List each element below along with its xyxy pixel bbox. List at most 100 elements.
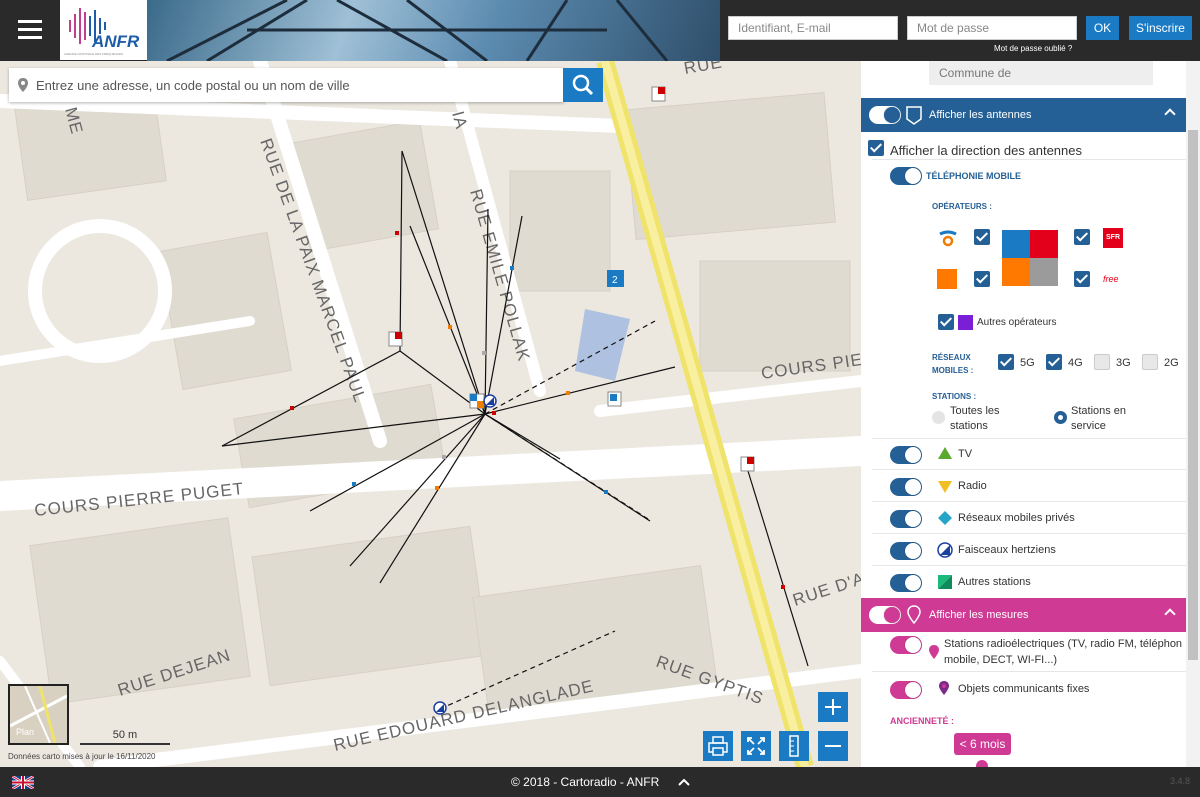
orange-checkbox[interactable] bbox=[974, 271, 990, 287]
minus-icon bbox=[825, 745, 841, 747]
zoom-out-button[interactable] bbox=[818, 731, 848, 761]
divider bbox=[872, 159, 1186, 160]
ok-button[interactable]: OK bbox=[1086, 16, 1119, 40]
search-button[interactable] bbox=[563, 68, 603, 102]
radio-stations-measures-toggle[interactable] bbox=[890, 636, 922, 654]
logo-text: ANFR bbox=[92, 32, 140, 51]
ruler-icon bbox=[789, 735, 799, 757]
chevron-up-icon[interactable] bbox=[1164, 608, 1176, 620]
network-3g-checkbox[interactable] bbox=[1094, 354, 1110, 370]
footer-copyright: © 2018 - Cartoradio - ANFR bbox=[511, 775, 660, 789]
print-button[interactable] bbox=[703, 731, 733, 761]
fixed-objects-label: Objets communicants fixes bbox=[958, 683, 1090, 695]
other-stations-label: Autres stations bbox=[958, 576, 1031, 588]
measure-purple-pin-icon bbox=[939, 681, 949, 695]
age-label: ANCIENNETÉ : bbox=[890, 716, 955, 726]
map-canvas[interactable]: RUE DE LA PAIX MARCEL PAUL RUE EMILE POL… bbox=[0, 61, 861, 767]
tv-toggle[interactable] bbox=[890, 446, 922, 464]
antennas-section-header[interactable]: Afficher les antennes bbox=[861, 98, 1186, 132]
fullscreen-icon bbox=[747, 737, 765, 755]
password-field[interactable]: Mot de passe bbox=[907, 16, 1077, 40]
forgot-password-link[interactable]: Mot de passe oublié ? bbox=[994, 44, 1072, 53]
basemap-switcher[interactable]: Plan bbox=[8, 684, 69, 745]
fixed-objects-toggle[interactable] bbox=[890, 681, 922, 699]
private-networks-toggle[interactable] bbox=[890, 510, 922, 528]
private-networks-label: Réseaux mobiles privés bbox=[958, 512, 1075, 524]
bouygues-checkbox[interactable] bbox=[974, 229, 990, 245]
sfr-logo: SFR bbox=[1103, 228, 1123, 248]
scale-label: 50 m bbox=[112, 729, 138, 741]
map-data-note: Données carto mises à jour le 16/11/2020 bbox=[8, 752, 156, 761]
measures-section-title: Afficher les mesures bbox=[929, 609, 1029, 621]
divider bbox=[872, 438, 1186, 439]
logo-subtitle: AGENCE NATIONALE DES FRÉQUENCES bbox=[64, 52, 123, 56]
commune-field[interactable]: Commune de bbox=[929, 61, 1153, 85]
pin-icon bbox=[18, 78, 28, 92]
other-operators-checkbox[interactable] bbox=[938, 314, 954, 330]
free-checkbox[interactable] bbox=[1074, 271, 1090, 287]
zoom-in-button[interactable] bbox=[818, 692, 848, 722]
orange-logo bbox=[937, 269, 957, 289]
all-stations-radio[interactable] bbox=[932, 411, 945, 424]
login-field[interactable]: Identifiant, E-mail bbox=[728, 16, 898, 40]
fullscreen-button[interactable] bbox=[741, 731, 771, 761]
measure-button[interactable] bbox=[779, 731, 809, 761]
networks-label-2: MOBILES : bbox=[932, 366, 974, 375]
network-5g-checkbox[interactable] bbox=[998, 354, 1014, 370]
signup-button[interactable]: S'inscrire bbox=[1129, 16, 1192, 40]
other-stations-icon bbox=[938, 575, 952, 589]
stations-label: STATIONS : bbox=[932, 392, 977, 401]
search-input[interactable]: Entrez une adresse, un code postal ou un… bbox=[36, 78, 350, 93]
antennas-toggle[interactable] bbox=[869, 106, 901, 124]
mobile-label: TÉLÉPHONIE MOBILE bbox=[926, 171, 1022, 181]
scale-bar bbox=[80, 743, 170, 745]
measures-section-header[interactable]: Afficher les mesures bbox=[861, 598, 1186, 632]
plus-icon bbox=[825, 699, 841, 715]
app-version: 3.4.8 bbox=[1170, 776, 1191, 786]
antenna-pin-icon bbox=[906, 106, 922, 125]
radio-stations-measures-label-2: mobile, DECT, WI-FI...) bbox=[944, 654, 1058, 666]
direction-checkbox[interactable] bbox=[868, 140, 884, 156]
age-badge: < 6 mois bbox=[954, 733, 1011, 755]
chevron-up-icon[interactable] bbox=[677, 776, 691, 788]
hamburger-icon[interactable] bbox=[0, 0, 60, 61]
networks-label-1: RÉSEAUX bbox=[932, 353, 971, 362]
network-3g-label: 3G bbox=[1116, 357, 1131, 369]
divider bbox=[872, 469, 1186, 470]
free-logo: free bbox=[1103, 274, 1119, 284]
microwave-icon bbox=[937, 542, 953, 558]
divider bbox=[872, 533, 1186, 534]
street-label: RUE D'A bbox=[790, 569, 861, 610]
network-4g-checkbox[interactable] bbox=[1046, 354, 1062, 370]
header-banner-image bbox=[147, 0, 720, 61]
panel-scrollbar-thumb[interactable] bbox=[1188, 130, 1198, 660]
header: ANFR AGENCE NATIONALE DES FRÉQUENCES Ide… bbox=[0, 0, 1200, 61]
bouygues-logo bbox=[938, 228, 958, 248]
other-operators-swatch bbox=[958, 315, 973, 330]
in-service-label-2: service bbox=[1071, 420, 1106, 432]
chevron-up-icon[interactable] bbox=[1164, 108, 1176, 120]
in-service-radio[interactable] bbox=[1054, 411, 1067, 424]
microwave-label: Faisceaux hertziens bbox=[958, 544, 1056, 556]
mobile-toggle[interactable] bbox=[890, 167, 922, 185]
tv-label: TV bbox=[958, 448, 973, 460]
operators-all-logo[interactable] bbox=[1002, 230, 1058, 286]
flag-uk-icon[interactable] bbox=[12, 776, 34, 789]
measure-pin-icon bbox=[907, 605, 921, 625]
divider bbox=[872, 501, 1186, 502]
other-operators-label: Autres opérateurs bbox=[977, 317, 1057, 328]
all-stations-label-1: Toutes les bbox=[950, 405, 1000, 417]
cluster-count[interactable]: 2 bbox=[612, 275, 618, 286]
plan-label: Plan bbox=[16, 727, 35, 737]
search-bar[interactable]: Entrez une adresse, un code postal ou un… bbox=[9, 68, 564, 102]
sfr-checkbox[interactable] bbox=[1074, 229, 1090, 245]
measures-toggle[interactable] bbox=[869, 606, 901, 624]
divider bbox=[872, 671, 1186, 672]
radio-toggle[interactable] bbox=[890, 478, 922, 496]
map-layer: RUE DE LA PAIX MARCEL PAUL RUE EMILE POL… bbox=[0, 61, 861, 767]
all-stations-label-2: stations bbox=[950, 420, 988, 432]
network-4g-label: 4G bbox=[1068, 357, 1083, 369]
other-stations-toggle[interactable] bbox=[890, 574, 922, 592]
microwave-toggle[interactable] bbox=[890, 542, 922, 560]
network-2g-checkbox[interactable] bbox=[1142, 354, 1158, 370]
